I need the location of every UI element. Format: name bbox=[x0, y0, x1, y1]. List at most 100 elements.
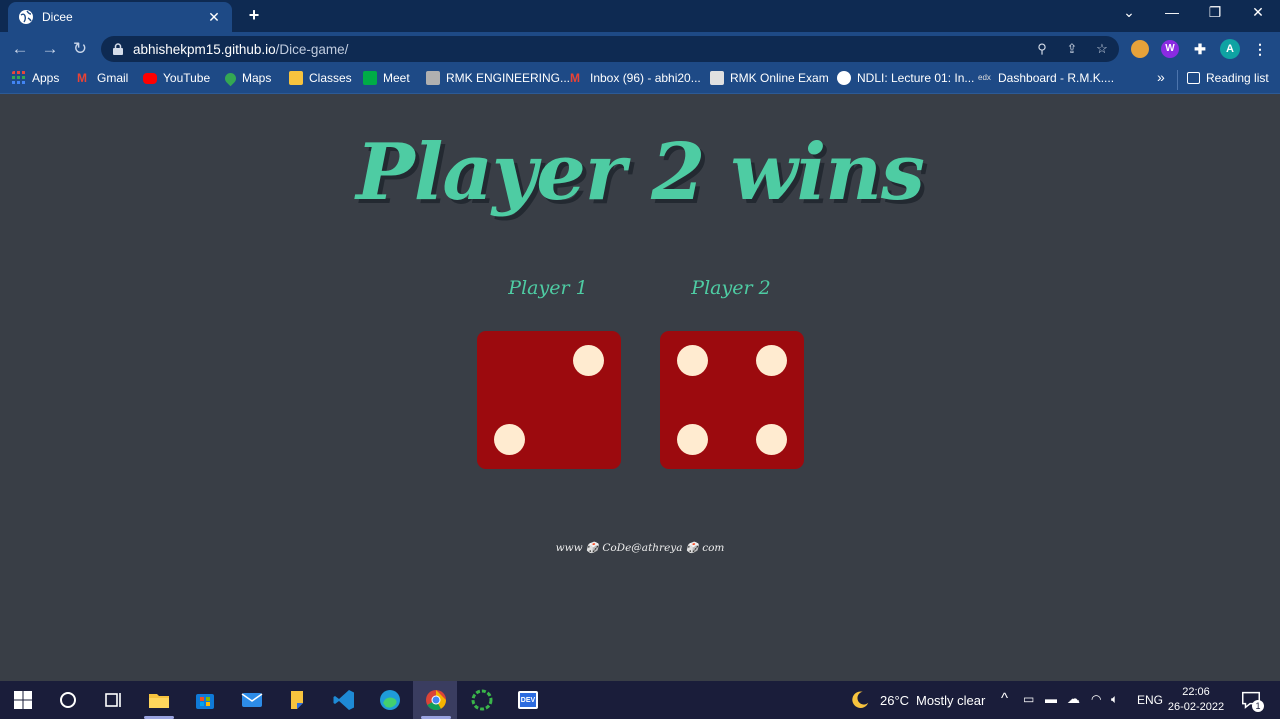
bookmark-label: Apps bbox=[32, 71, 60, 85]
search-icon[interactable] bbox=[56, 688, 80, 712]
bookmark-dashboard[interactable]: edx Dashboard - R.M.K.... bbox=[978, 71, 1114, 85]
sticky-notes-icon[interactable] bbox=[286, 688, 310, 712]
vscode-icon[interactable] bbox=[332, 688, 356, 712]
tab-dicee[interactable]: Dicee ✕ bbox=[8, 2, 232, 32]
reading-list-label: Reading list bbox=[1206, 71, 1269, 85]
windows-taskbar: DEV 26°C Mostly clear ^ ▭ ▬ ☁ ◠ 🔈︎ ENG 2… bbox=[0, 681, 1280, 719]
apps-grid-icon bbox=[12, 71, 25, 84]
extensions-puzzle-icon[interactable]: ✚ bbox=[1191, 40, 1209, 58]
bookmark-ndli[interactable]: NDLI: Lecture 01: In... bbox=[837, 71, 974, 85]
dev-icon[interactable]: DEV bbox=[516, 688, 540, 712]
lock-icon bbox=[113, 43, 123, 55]
bookmark-label: Classes bbox=[309, 71, 352, 85]
battery-icon[interactable]: ▬ bbox=[1045, 692, 1057, 706]
tab-title: Dicee bbox=[42, 10, 73, 24]
bookmark-maps[interactable]: Maps bbox=[222, 70, 272, 86]
edge-icon[interactable] bbox=[378, 688, 402, 712]
clock-date: 26-02-2022 bbox=[1167, 701, 1225, 713]
globe-icon bbox=[837, 71, 851, 85]
bookmark-label: RMK ENGINEERING... bbox=[446, 71, 571, 85]
bookmarks-overflow-button[interactable]: » bbox=[1157, 69, 1165, 85]
chrome-icon[interactable] bbox=[424, 688, 448, 712]
extension-2-icon[interactable]: W bbox=[1161, 40, 1179, 58]
url-path: /Dice-game/ bbox=[275, 41, 349, 57]
bookmark-label: Maps bbox=[242, 71, 272, 85]
volume-icon[interactable]: 🔈︎ bbox=[1111, 692, 1118, 707]
gmail-icon: M bbox=[570, 71, 580, 85]
bookmark-inbox[interactable]: M Inbox (96) - abhi20... bbox=[570, 71, 701, 85]
meet-icon bbox=[363, 71, 377, 85]
youtube-icon bbox=[143, 72, 157, 84]
bookmark-meet[interactable]: Meet bbox=[363, 71, 410, 85]
edx-icon: edx bbox=[978, 73, 991, 82]
clock[interactable]: 22:06 26-02-2022 bbox=[1166, 685, 1226, 715]
die-pip bbox=[573, 345, 604, 376]
notification-badge: 1 bbox=[1252, 700, 1264, 712]
gmail-icon: M bbox=[77, 71, 87, 85]
bookmark-rmk-engineering[interactable]: RMK ENGINEERING... bbox=[426, 71, 570, 85]
bookmark-youtube[interactable]: YouTube bbox=[143, 71, 210, 85]
restore-button[interactable]: ❐ bbox=[1203, 4, 1227, 21]
zoom-icon[interactable]: ⚲ bbox=[1034, 41, 1050, 57]
onedrive-icon[interactable]: ☁ bbox=[1067, 691, 1080, 707]
browser-titlebar: Dicee ✕ + ⌄ — ❐ ✕ bbox=[0, 0, 1280, 32]
browser-toolbar: ← → ↻ abhishekpm15.github.io/Dice-game/ … bbox=[0, 32, 1280, 66]
bookmark-label: NDLI: Lecture 01: In... bbox=[857, 71, 975, 85]
rmk-icon bbox=[426, 71, 440, 85]
weather-moon-icon[interactable] bbox=[849, 689, 871, 711]
task-view-icon[interactable] bbox=[101, 688, 125, 712]
player2-die bbox=[660, 331, 804, 469]
die-pip bbox=[677, 424, 708, 455]
die-pip bbox=[756, 345, 787, 376]
reload-icon[interactable]: ↻ bbox=[70, 39, 90, 59]
bookmarks-divider bbox=[1177, 70, 1178, 90]
back-icon[interactable]: ← bbox=[10, 39, 30, 59]
globe-icon bbox=[19, 10, 33, 24]
language-indicator[interactable]: ENG bbox=[1137, 693, 1163, 707]
bookmark-label: Gmail bbox=[97, 71, 129, 85]
bookmark-apps[interactable]: Apps bbox=[12, 71, 59, 85]
die-pip bbox=[677, 345, 708, 376]
classroom-icon bbox=[289, 71, 303, 85]
mail-icon[interactable] bbox=[240, 688, 264, 712]
extension-1-icon[interactable] bbox=[1131, 40, 1149, 58]
bookmark-label: Dashboard - R.M.K.... bbox=[998, 71, 1115, 85]
bookmarks-bar: Apps M Gmail YouTube Maps Classes Meet R… bbox=[0, 66, 1280, 94]
player2-label: Player 2 bbox=[691, 277, 771, 299]
bookmark-gmail[interactable]: M Gmail bbox=[77, 71, 128, 85]
microsoft-store-icon[interactable] bbox=[193, 688, 217, 712]
bookmark-label: Inbox (96) - abhi20... bbox=[590, 71, 701, 85]
share-icon[interactable]: ⇪ bbox=[1064, 41, 1080, 57]
windows-start-icon[interactable] bbox=[11, 688, 35, 712]
tray-overflow-icon[interactable]: ^ bbox=[1001, 690, 1008, 707]
wifi-icon[interactable]: ◠ bbox=[1091, 692, 1101, 706]
reading-list-icon bbox=[1187, 72, 1200, 84]
bookmark-rmk-online-exam[interactable]: RMK Online Exam bbox=[710, 71, 829, 85]
weather-temp[interactable]: 26°C bbox=[880, 693, 909, 708]
close-window-button[interactable]: ✕ bbox=[1246, 4, 1270, 21]
bookmark-label: YouTube bbox=[163, 71, 211, 85]
forward-icon[interactable]: → bbox=[40, 39, 60, 59]
url-host: abhishekpm15.github.io bbox=[133, 41, 276, 57]
clock-time: 22:06 bbox=[1182, 686, 1210, 698]
progress-ring-icon[interactable] bbox=[470, 688, 494, 712]
bookmark-label: RMK Online Exam bbox=[730, 71, 829, 85]
reading-list-button[interactable]: Reading list bbox=[1187, 71, 1269, 85]
minimize-button[interactable]: — bbox=[1160, 4, 1184, 20]
weather-desc[interactable]: Mostly clear bbox=[916, 693, 985, 708]
browser-menu-icon[interactable]: ⋮ bbox=[1251, 40, 1269, 58]
die-pip bbox=[756, 424, 787, 455]
tab-search-icon[interactable]: ⌄ bbox=[1117, 4, 1141, 21]
footer-credit: www 🎲 CoDe@athreya 🎲 com bbox=[555, 542, 725, 554]
rmk-exam-icon bbox=[710, 71, 724, 85]
bookmark-star-icon[interactable]: ☆ bbox=[1094, 41, 1110, 57]
tab-close-icon[interactable]: ✕ bbox=[206, 9, 222, 26]
player1-label: Player 1 bbox=[508, 277, 588, 299]
profile-avatar[interactable]: A bbox=[1220, 39, 1240, 59]
result-headline: Player 2 wins bbox=[356, 127, 925, 218]
new-tab-button[interactable]: + bbox=[244, 5, 264, 26]
meet-now-icon[interactable]: ▭ bbox=[1023, 692, 1034, 706]
bookmark-classes[interactable]: Classes bbox=[289, 71, 352, 85]
address-bar[interactable]: abhishekpm15.github.io/Dice-game/ bbox=[101, 36, 1119, 62]
file-explorer-icon[interactable] bbox=[147, 688, 171, 712]
